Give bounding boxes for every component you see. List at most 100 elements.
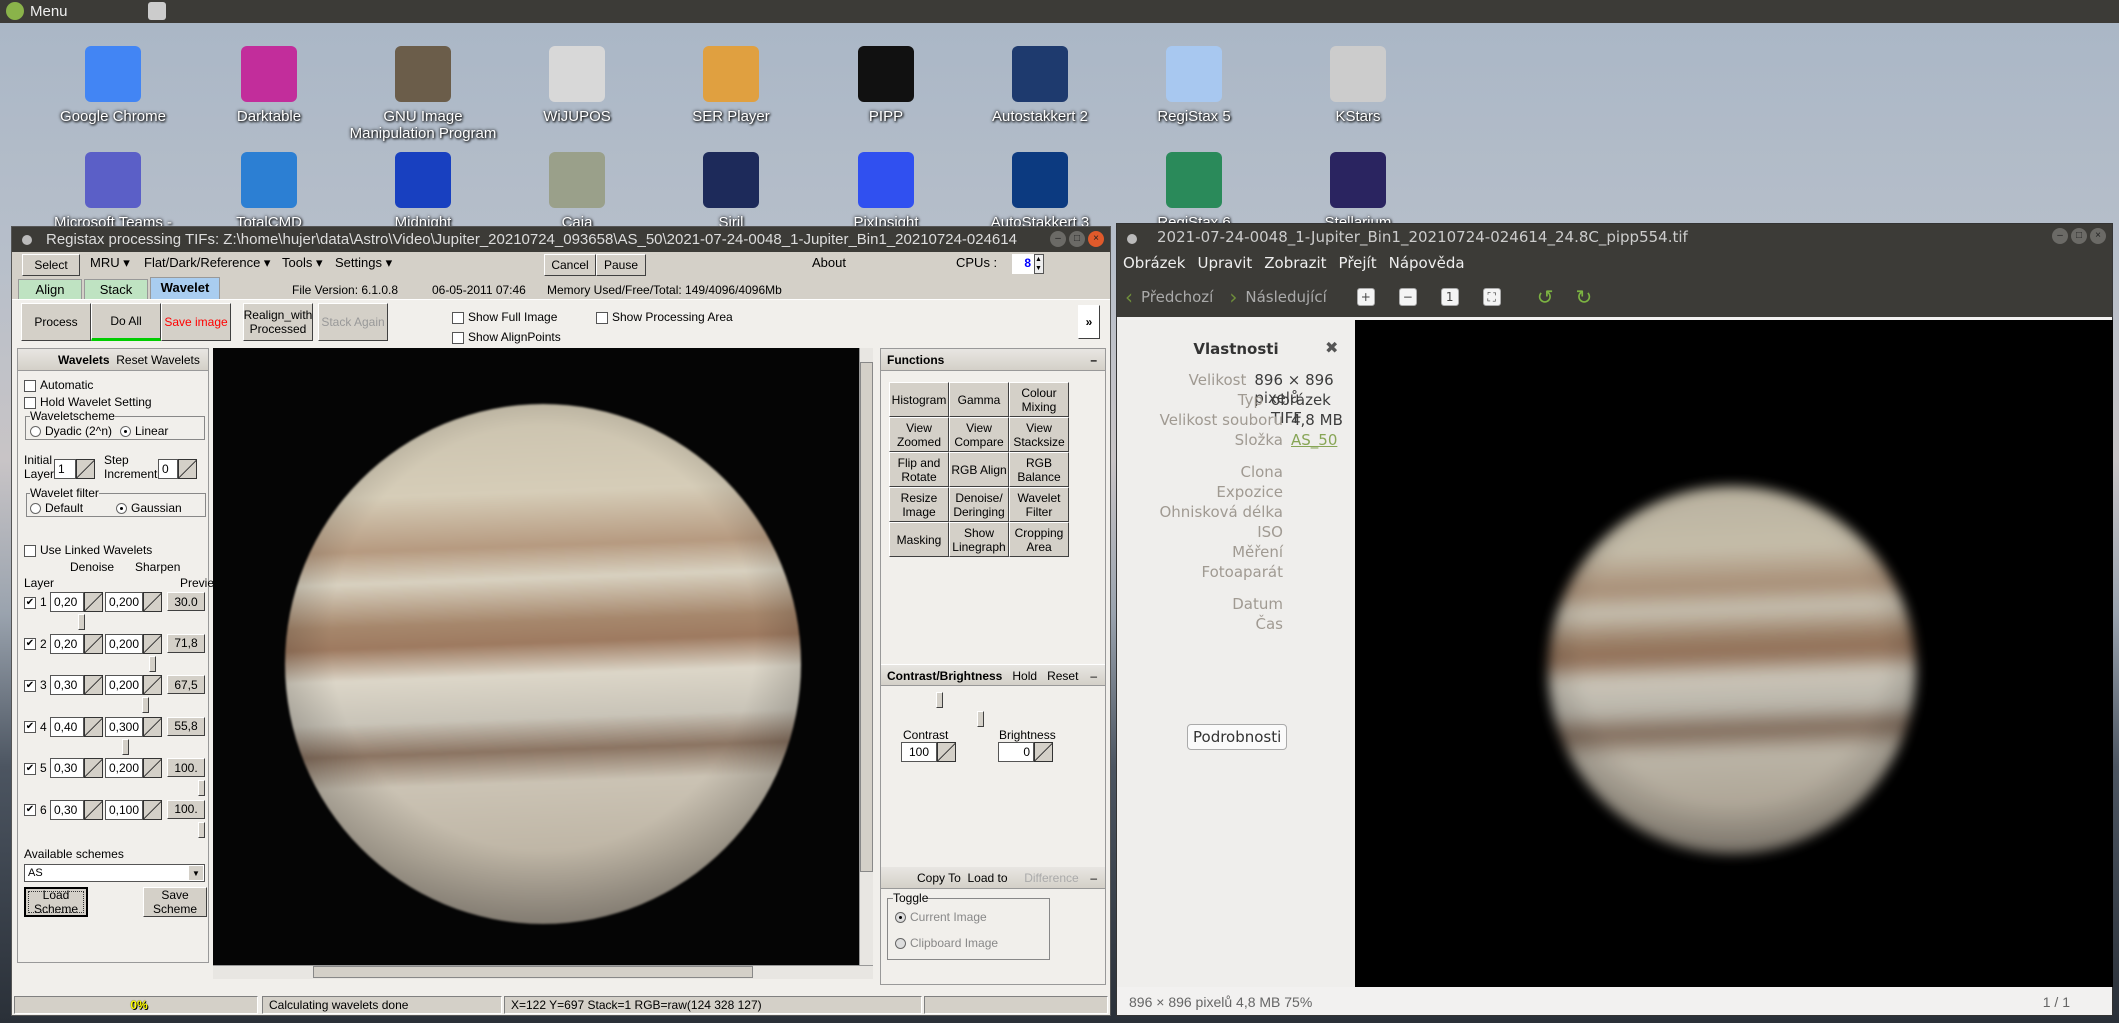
cpus-spinner[interactable]: ▲ ▼ bbox=[1034, 254, 1044, 274]
sharpen-spinner[interactable] bbox=[143, 675, 162, 695]
sharpen-spinner[interactable] bbox=[143, 758, 162, 778]
layer-checkbox[interactable]: ✔ 1 : bbox=[24, 595, 53, 609]
dyadic-radio[interactable]: Dyadic (2^n) bbox=[30, 424, 112, 438]
load-to-button[interactable]: Load to bbox=[967, 871, 1007, 885]
sharpen-field[interactable]: 0,200 bbox=[105, 675, 143, 695]
automatic-checkbox[interactable]: Automatic bbox=[24, 378, 93, 392]
layer-slider[interactable] bbox=[198, 821, 205, 838]
sharpen-spinner[interactable] bbox=[143, 592, 162, 612]
desktop-icon[interactable]: PixInsight bbox=[811, 152, 961, 231]
viewer-menu-item[interactable]: Upravit bbox=[1197, 254, 1252, 272]
desktop-icon[interactable]: Autostakkert 2 bbox=[965, 46, 1115, 125]
about-menu[interactable]: About bbox=[812, 255, 846, 270]
denoise-field[interactable]: 0,20 bbox=[50, 633, 84, 654]
sharpen-field[interactable]: 0,200 bbox=[105, 592, 143, 612]
preview-button[interactable]: 71,8 bbox=[167, 633, 205, 653]
image-canvas[interactable] bbox=[213, 348, 873, 965]
current-image-radio[interactable]: Current Image bbox=[895, 910, 987, 924]
function-button[interactable]: RGB Align bbox=[949, 452, 1009, 487]
next-icon[interactable]: › bbox=[1229, 285, 1237, 309]
tab-wavelet[interactable]: Wavelet bbox=[150, 277, 220, 299]
function-button[interactable]: Denoise/ Deringing bbox=[949, 487, 1009, 522]
mru-menu[interactable]: MRU ▾ bbox=[90, 255, 130, 271]
cpus-field[interactable]: 8 bbox=[1012, 254, 1034, 274]
save-image-button[interactable]: Save image bbox=[161, 303, 231, 341]
linear-radio[interactable]: Linear bbox=[120, 424, 168, 438]
function-button[interactable]: Histogram bbox=[889, 382, 949, 417]
contrast-spinner[interactable] bbox=[937, 742, 956, 762]
desktop-icon[interactable]: PIPP bbox=[811, 46, 961, 125]
select-button[interactable]: Select bbox=[22, 254, 80, 276]
zoom-out-icon[interactable]: − bbox=[1398, 288, 1417, 306]
realign-button[interactable]: Realign_with Processed bbox=[243, 303, 313, 341]
zoom-normal-icon[interactable]: 1 bbox=[1440, 288, 1459, 306]
initial-layer-spinner[interactable] bbox=[76, 459, 95, 479]
denoise-field[interactable]: 0,30 bbox=[50, 799, 84, 820]
denoise-spinner[interactable] bbox=[84, 716, 103, 737]
desktop-icon[interactable]: Google Chrome bbox=[38, 46, 188, 125]
layer-checkbox[interactable]: ✔ 2 : bbox=[24, 637, 53, 651]
load-scheme-button[interactable]: Load Scheme bbox=[24, 887, 88, 917]
desktop-icon[interactable]: KStars bbox=[1283, 46, 1433, 125]
default-filter-radio[interactable]: Default bbox=[30, 501, 83, 515]
previous-icon[interactable]: ‹ bbox=[1125, 285, 1133, 309]
sharpen-spinner[interactable] bbox=[143, 799, 162, 820]
layer-slider[interactable] bbox=[77, 614, 85, 630]
difference-button[interactable]: Difference bbox=[1024, 871, 1078, 885]
contrast-field[interactable]: 100 bbox=[901, 742, 937, 762]
brightness-slider[interactable] bbox=[977, 711, 984, 727]
desktop-icon[interactable]: Midnight bbox=[348, 152, 498, 231]
desktop-icon[interactable]: Stellarium bbox=[1283, 152, 1433, 231]
stack-again-button[interactable]: Stack Again bbox=[318, 303, 388, 341]
schemes-dropdown[interactable]: AS ▼ bbox=[24, 864, 205, 882]
zoom-fit-icon[interactable]: ⛶ bbox=[1482, 288, 1501, 306]
zoom-in-icon[interactable]: + bbox=[1356, 288, 1375, 306]
layer-slider[interactable] bbox=[142, 697, 150, 713]
initial-layer-field[interactable]: 1 bbox=[54, 459, 76, 479]
layer-checkbox[interactable]: ✔ 3 : bbox=[24, 678, 53, 692]
process-button[interactable]: Process bbox=[21, 303, 91, 341]
flat-dark-reference-menu[interactable]: Flat/Dark/Reference ▾ bbox=[144, 255, 270, 271]
function-button[interactable]: Resize Image bbox=[889, 487, 949, 522]
layer-checkbox[interactable]: ✔ 5 : bbox=[24, 761, 53, 775]
next-button[interactable]: Následující bbox=[1245, 288, 1326, 306]
settings-menu[interactable]: Settings ▾ bbox=[335, 255, 392, 271]
brightness-spinner[interactable] bbox=[1034, 742, 1053, 762]
use-linked-wavelets-checkbox[interactable]: Use Linked Wavelets bbox=[24, 543, 152, 557]
viewer-menu-item[interactable]: Nápověda bbox=[1389, 254, 1465, 272]
tab-stack[interactable]: Stack bbox=[84, 279, 148, 299]
camera-icon[interactable] bbox=[148, 2, 166, 20]
denoise-field[interactable]: 0,20 bbox=[50, 592, 84, 612]
vertical-scrollbar[interactable] bbox=[859, 348, 873, 965]
function-button[interactable]: Flip and Rotate bbox=[889, 452, 949, 487]
viewer-menu-item[interactable]: Obrázek bbox=[1123, 254, 1185, 272]
preview-button[interactable]: 30.0 bbox=[167, 592, 205, 611]
denoise-spinner[interactable] bbox=[84, 633, 103, 654]
preview-button[interactable]: 67,5 bbox=[167, 675, 205, 694]
preview-button[interactable]: 100. bbox=[167, 758, 205, 777]
desktop-icon[interactable]: TotalCMD bbox=[194, 152, 344, 231]
desktop-icon[interactable]: AutoStakkert 3 bbox=[965, 152, 1115, 231]
desktop-icon[interactable]: Darktable bbox=[194, 46, 344, 125]
cancel-button[interactable]: Cancel bbox=[544, 254, 596, 276]
sharpen-field[interactable]: 0,200 bbox=[105, 633, 143, 654]
details-button[interactable]: Podrobnosti bbox=[1187, 724, 1288, 750]
denoise-field[interactable]: 0,30 bbox=[50, 758, 84, 778]
menu-button[interactable]: Menu bbox=[6, 2, 68, 20]
desktop-icon[interactable]: GNU Image Manipulation Program bbox=[348, 46, 498, 142]
sharpen-field[interactable]: 0,300 bbox=[105, 716, 143, 737]
desktop-icon[interactable]: SER Player bbox=[656, 46, 806, 125]
brightness-field[interactable]: 0 bbox=[998, 742, 1034, 762]
function-button[interactable]: Show Linegraph bbox=[949, 522, 1009, 557]
show-alignpoints-checkbox[interactable]: Show AlignPoints bbox=[452, 330, 561, 344]
minimize-icon[interactable]: – bbox=[1050, 231, 1066, 247]
maximize-icon[interactable]: □ bbox=[1069, 231, 1085, 247]
contrast-slider[interactable] bbox=[936, 692, 943, 708]
function-button[interactable]: View Compare bbox=[949, 417, 1009, 452]
copy-to-button[interactable]: Copy To bbox=[917, 871, 961, 885]
denoise-field[interactable]: 0,40 bbox=[50, 716, 84, 737]
close-icon[interactable]: × bbox=[1088, 231, 1104, 247]
function-button[interactable]: Gamma bbox=[949, 382, 1009, 417]
preview-button[interactable]: 55,8 bbox=[167, 716, 205, 736]
hold-wavelet-checkbox[interactable]: Hold Wavelet Setting bbox=[24, 395, 152, 409]
